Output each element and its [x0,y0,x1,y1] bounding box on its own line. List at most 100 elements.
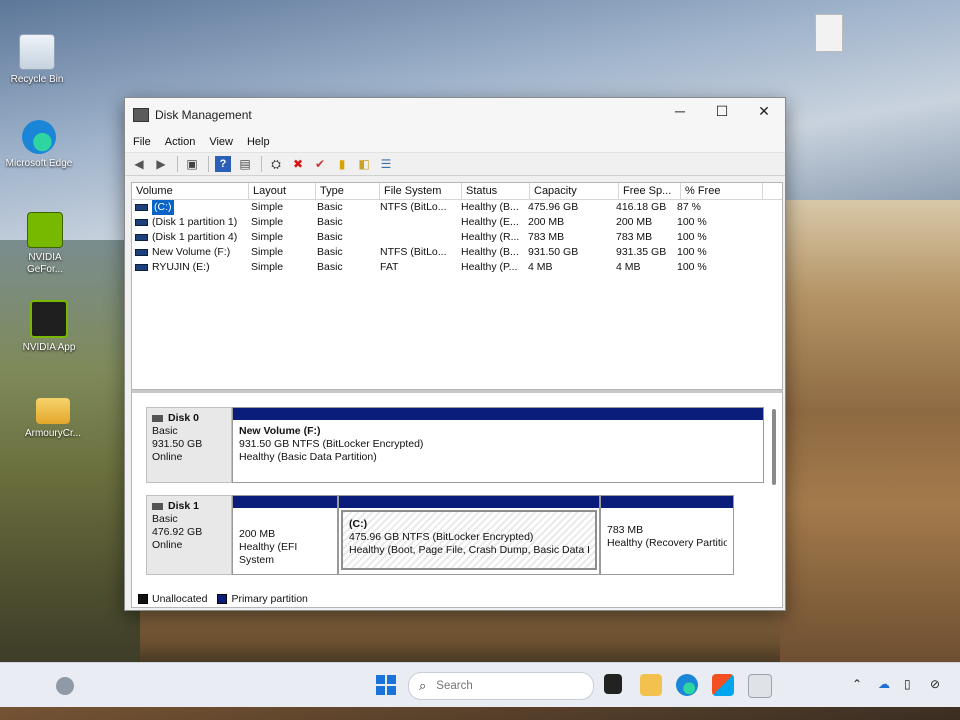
col-percent-free[interactable]: % Free [681,183,763,199]
connect-disk-icon[interactable]: ⛭ [268,156,284,172]
disk-management-window: Disk Management ─ ☐ ✕ File Action View H… [124,97,786,611]
volume-pct-free: 100 % [677,246,707,258]
file-explorer-icon[interactable] [640,674,662,696]
network-off-icon[interactable]: ⊘ [930,677,940,691]
taskbar-search[interactable]: ⌕ [408,672,594,700]
desktop-file-icon[interactable] [815,14,843,52]
partition-status: Healthy (EFI System [239,541,298,566]
list-view-icon[interactable]: ☰ [378,156,394,172]
edge-taskbar-icon[interactable] [676,674,698,696]
table-row[interactable]: RYUJIN (E:) Simple Basic FAT Healthy (P.… [132,260,782,275]
partition-bar [233,496,337,508]
table-row[interactable]: (Disk 1 partition 1) Simple Basic Health… [132,215,782,230]
title-bar[interactable]: Disk Management ─ ☐ ✕ [125,98,785,132]
vertical-scrollbar[interactable] [772,409,776,485]
properties-icon[interactable]: ▤ [237,156,253,172]
cloud-icon[interactable]: ☁ [878,677,890,691]
partition-status: Healthy (Recovery Partitior [607,537,727,549]
menu-bar: File Action View Help [125,132,785,153]
recycle-bin-shortcut[interactable]: Recycle Bin [2,34,72,86]
volume-fs: FAT [380,261,399,273]
table-row[interactable]: (C:) Simple Basic NTFS (BitLo... Healthy… [132,200,782,215]
menu-help[interactable]: Help [247,136,270,148]
volume-capacity: 475.96 GB [528,201,579,213]
volume-free: 200 MB [616,216,653,228]
volume-name: RYUJIN (E:) [152,261,210,273]
col-type[interactable]: Type [316,183,380,199]
forward-arrow-icon[interactable]: ▶ [153,156,169,172]
close-button[interactable]: ✕ [743,98,785,126]
partition-title: New Volume (F:) [239,425,321,437]
disk-0-label[interactable]: Disk 0 Basic 931.50 GB Online [146,407,232,483]
task-view-icon[interactable] [604,674,622,694]
toolbar-separator [208,156,209,172]
table-row[interactable]: New Volume (F:) Simple Basic NTFS (BitLo… [132,245,782,260]
volume-pct-free: 100 % [677,216,707,228]
armoury-crate-shortcut[interactable]: ArmouryCr... [18,390,88,440]
col-status[interactable]: Status [462,183,530,199]
volume-icon [135,234,148,241]
widgets-icon[interactable] [56,677,74,695]
col-volume[interactable]: Volume [132,183,249,199]
maximize-button[interactable]: ☐ [701,98,743,126]
table-row[interactable]: (Disk 1 partition 4) Simple Basic Health… [132,230,782,245]
volume-status: Healthy (R... [461,231,520,243]
nvidia-app-shortcut[interactable]: NVIDIA App [14,300,84,354]
col-layout[interactable]: Layout [249,183,316,199]
chevron-up-icon[interactable]: ⌃ [852,677,862,691]
partition-bar [233,408,763,420]
minimize-button[interactable]: ─ [659,98,701,126]
legend-primary: Primary partition [231,593,308,605]
partition-new-volume-f[interactable]: New Volume (F:) 931.50 GB NTFS (BitLocke… [232,407,764,483]
partition-bar [601,496,733,508]
nvidia-app-label: NVIDIA App [22,342,76,353]
partition-legend: Unallocated Primary partition [138,593,308,605]
help-icon[interactable]: ? [215,156,231,172]
volume-pct-free: 100 % [677,231,707,243]
volume-name: (Disk 1 partition 1) [152,216,238,228]
col-capacity[interactable]: Capacity [530,183,619,199]
menu-action[interactable]: Action [165,136,196,148]
disk-size: 931.50 GB [152,438,203,450]
rescan-icon[interactable]: ▮ [334,156,350,172]
partition-bar [339,496,599,508]
start-button[interactable] [376,675,396,695]
volume-layout: Simple [251,261,284,273]
back-arrow-icon[interactable]: ◀ [131,156,147,172]
disk-1-label[interactable]: Disk 1 Basic 476.92 GB Online [146,495,232,575]
nvidia-geforce-shortcut[interactable]: NVIDIA GeFor... [10,212,80,276]
partition-efi[interactable]: 200 MB Healthy (EFI System [232,495,338,575]
volume-type: Basic [317,261,343,273]
partition-c[interactable]: (C:) 475.96 GB NTFS (BitLocker Encrypted… [338,495,600,575]
partition-status: Healthy (Boot, Page File, Crash Dump, Ba… [349,544,589,556]
volume-list: Volume Layout Type File System Status Ca… [131,182,783,390]
partition-title: (C:) [349,518,368,530]
col-file-system[interactable]: File System [380,183,462,199]
search-input[interactable] [434,679,579,693]
volume-icon [135,264,148,271]
battery-icon[interactable]: ▯ [904,677,911,691]
up-folder-icon[interactable]: ▣ [184,156,200,172]
disk-name: Disk 0 [168,412,199,424]
volume-layout: Simple [251,231,284,243]
edge-shortcut[interactable]: Microsoft Edge [4,120,74,170]
volume-pct-free: 87 % [677,201,701,213]
store-icon[interactable] [712,674,734,696]
disk-name: Disk 1 [168,500,199,512]
menu-view[interactable]: View [209,136,233,148]
volume-icon [135,204,148,211]
disk-icon [152,503,163,510]
volume-status: Healthy (B... [461,246,519,258]
search-folder-icon[interactable]: ◧ [356,156,372,172]
volume-free: 783 MB [616,231,653,243]
menu-file[interactable]: File [133,136,151,148]
legend-swatch-primary [217,594,228,604]
partition-recovery[interactable]: 783 MB Healthy (Recovery Partitior [600,495,734,575]
volume-status: Healthy (P... [461,261,518,273]
delete-icon[interactable]: ✖ [290,156,306,172]
disk-management-taskbar-icon[interactable] [748,674,772,698]
check-icon[interactable]: ✔ [312,156,328,172]
col-free-space[interactable]: Free Sp... [619,183,681,199]
edge-icon [22,120,56,154]
volume-layout: Simple [251,246,284,258]
